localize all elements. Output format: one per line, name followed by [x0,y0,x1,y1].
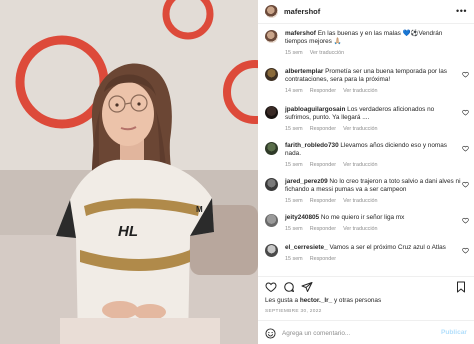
post-date[interactable]: SEPTIEMBRE 30, 2022 [265,309,322,314]
heart-icon[interactable] [462,217,469,224]
svg-text:HL: HL [118,223,138,240]
comment-text: Vamos a ser el próximo Cruz azul o Atlas [329,244,446,251]
smile-icon[interactable] [265,328,276,339]
comment-username[interactable]: jared_perez09 [285,178,328,185]
translate-link[interactable]: Ver traducción [343,88,377,94]
comment-time[interactable]: 15 sem [285,126,303,132]
post-photo[interactable]: HL M [0,0,258,344]
reply-link[interactable]: Responder [310,162,336,168]
comment-meta: 15 sem Responder Ver traducción [285,162,385,168]
caption-username[interactable]: mafershof [285,30,316,37]
heart-icon[interactable] [462,145,469,152]
svg-text:M: M [196,205,203,214]
comment-meta: 14 sem Responder Ver traducción [285,88,385,94]
heart-icon[interactable] [462,181,469,188]
likes-summary: Les gusta a hector._lr_ y otras personas [265,297,381,304]
likes-prefix: Les gusta a [265,297,299,304]
comment-meta: 15 sem Responder Ver traducción [285,198,385,204]
publish-button[interactable]: Publicar [441,329,467,336]
paper-plane-icon[interactable] [301,281,313,293]
comment-bubble-icon[interactable] [283,281,295,293]
comments-list[interactable]: mafershof En las buenas y en las malas 💙… [258,28,474,274]
reply-link[interactable]: Responder [310,126,336,132]
comment-text: No me quiero ir señor liga mx [320,214,405,221]
avatar[interactable] [265,106,278,119]
translate-link[interactable]: Ver traducción [343,226,377,232]
reply-link[interactable]: Responder [310,88,336,94]
likes-suffix[interactable]: y otras personas [334,297,381,304]
comment-body: el_cerresiete_ Vamos a ser el próximo Cr… [285,244,461,252]
avatar[interactable] [265,142,278,155]
caption-time[interactable]: 15 sem [285,50,303,56]
reply-link[interactable]: Responder [310,256,336,262]
add-comment-bar: Publicar [258,320,474,344]
avatar[interactable] [265,244,278,257]
comment-username[interactable]: farith_robledo730 [285,142,339,149]
comment-time[interactable]: 15 sem [285,162,303,168]
more-dots-icon[interactable]: ••• [456,6,467,16]
translate-link[interactable]: Ver traducción [343,198,377,204]
heart-icon[interactable] [462,247,469,254]
translate-link[interactable]: Ver traducción [310,50,344,56]
comment-body: farith_robledo730 Llevamos años diciendo… [285,142,461,159]
comment-meta: 15 sem Responder Ver traducción [285,226,385,232]
translate-link[interactable]: Ver traducción [343,162,377,168]
comment-time[interactable]: 15 sem [285,198,303,204]
avatar[interactable] [265,30,278,43]
bookmark-icon[interactable] [455,281,467,293]
comment-username[interactable]: jeity240805 [285,214,319,221]
reply-link[interactable]: Responder [310,226,336,232]
reply-link[interactable]: Responder [310,198,336,204]
photo-illustration: HL M [0,0,258,344]
translate-link[interactable]: Ver traducción [343,126,377,132]
avatar[interactable] [265,178,278,191]
comment-time[interactable]: 15 sem [285,256,303,262]
heart-icon[interactable] [462,109,469,116]
comment-body: jpabloaguilargosain Los verdaderos afici… [285,106,461,123]
likes-user-link[interactable]: hector._lr_ [300,297,332,304]
avatar[interactable] [265,5,278,18]
caption-meta: 15 sem Ver traducción [285,50,351,56]
comment-body: jared_perez09 No lo creo trajeron a toto… [285,178,461,195]
comment-meta: 15 sem Responder [285,256,343,262]
post-username[interactable]: mafershof [284,7,320,16]
comment-input[interactable] [282,327,432,339]
heart-icon[interactable] [462,71,469,78]
comment-time[interactable]: 15 sem [285,226,303,232]
comment-body: albertemplar Prometía ser una buena temp… [285,68,461,85]
heart-icon[interactable] [265,281,277,293]
avatar[interactable] [265,214,278,227]
comment-username[interactable]: el_cerresiete_ [285,244,328,251]
comment-username[interactable]: jpabloaguilargosain [285,106,345,113]
comment-time[interactable]: 14 sem [285,88,303,94]
post-details-panel: mafershof ••• mafershof En las buenas y … [258,0,474,344]
post-header: mafershof ••• [258,0,474,24]
action-bar [258,276,474,296]
comment-username[interactable]: albertemplar [285,68,323,75]
caption-body: mafershof En las buenas y en las malas 💙… [285,30,461,47]
comment-meta: 15 sem Responder Ver traducción [285,126,385,132]
avatar[interactable] [265,68,278,81]
comment-body: jeity240805 No me quiero ir señor liga m… [285,214,461,222]
